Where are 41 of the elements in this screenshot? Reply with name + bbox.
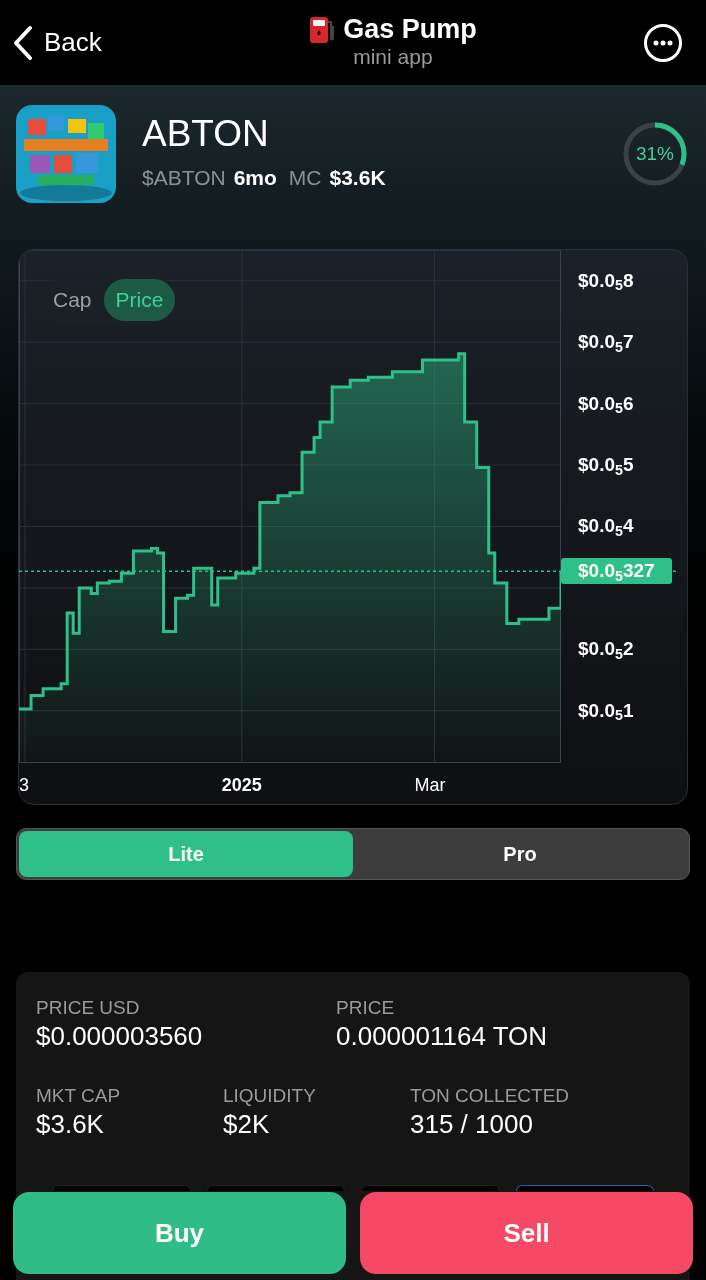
stat-value: 0.000001164 TON — [336, 1019, 549, 1053]
stat-value: $3.6K — [36, 1108, 105, 1141]
y-tick-label: $0.0$_{5}$7 — [578, 332, 634, 352]
app-title: Gas Pump — [343, 15, 477, 43]
chevron-left-icon — [12, 24, 34, 61]
fuel-pump-icon — [309, 14, 336, 45]
stat-label: MKT CAP — [36, 1084, 122, 1108]
back-button[interactable]: Back — [12, 23, 102, 62]
sell-button[interactable]: Sell — [360, 1192, 693, 1274]
token-name: ABTON — [142, 114, 270, 152]
x-tick-label: 2025 — [221, 776, 262, 794]
y-tick-label: $0.0$_{5}$4 — [578, 516, 634, 536]
stat-label: LIQUIDITY — [223, 1084, 317, 1108]
buy-button[interactable]: Buy — [13, 1192, 346, 1274]
token-ticker: $ABTON — [142, 164, 226, 191]
chart-mode-tab[interactable]: Cap — [41, 279, 104, 321]
progress-percent: 31% — [635, 141, 675, 166]
option-button[interactable] — [515, 1184, 654, 1191]
mode-tab[interactable]: Pro — [353, 831, 687, 877]
market-cap-value: $3.6K — [329, 164, 386, 191]
y-tick-label: $0.0$_{5}$6 — [578, 393, 634, 413]
y-tick-label: $0.0$_{5}$5 — [578, 455, 634, 474]
y-tick-label: $0.0$_{5}$8 — [578, 270, 634, 290]
current-price-tag: $0.0$_{5}$327 — [561, 558, 672, 585]
stat-value: $2K — [223, 1108, 271, 1141]
stat-label: PRICE — [336, 996, 396, 1020]
mode-tab[interactable]: Lite — [19, 831, 353, 877]
more-icon — [653, 39, 673, 46]
token-age: 6mo — [233, 164, 277, 191]
y-tick-label: $0.0$_{5}$1 — [578, 700, 634, 720]
stat-label: PRICE USD — [36, 996, 141, 1020]
x-tick-label: 3 — [19, 776, 30, 794]
market-cap-label: MC — [288, 164, 322, 191]
y-tick-label: $0.0$_{5}$2 — [578, 639, 634, 659]
stat-value: $0.000003560 — [36, 1019, 204, 1053]
app-subtitle: mini app — [353, 44, 433, 71]
more-button[interactable] — [644, 23, 682, 62]
stat-label: TON COLLECTED — [410, 1084, 571, 1108]
stat-value: 315 / 1000 — [410, 1108, 534, 1141]
x-tick-label: Mar — [414, 776, 446, 794]
chart-mode-tab[interactable]: Price — [103, 279, 176, 321]
